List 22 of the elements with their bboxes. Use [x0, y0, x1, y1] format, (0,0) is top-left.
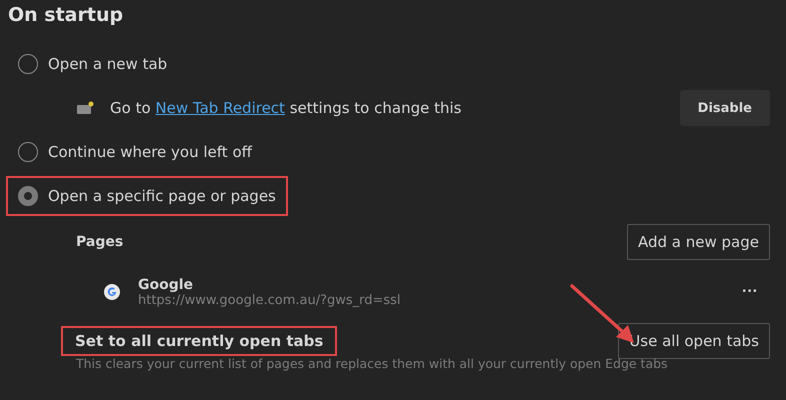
radio-button[interactable] [18, 186, 38, 206]
more-button[interactable]: ··· [738, 283, 762, 301]
favicon-icon [104, 284, 120, 300]
add-page-button[interactable]: Add a new page [626, 224, 770, 260]
pages-label: Pages [76, 234, 124, 250]
option-label: Open a new tab [48, 55, 168, 73]
radio-option[interactable]: Continue where you left off [6, 132, 264, 172]
radio-button[interactable] [18, 54, 38, 74]
option-label: Continue where you left off [48, 143, 252, 161]
option-label: Open a specific page or pages [48, 187, 276, 205]
extension-icon [76, 101, 94, 115]
radio-option[interactable]: Open a new tab [6, 44, 180, 84]
setting-title: Set to all currently open tabs [61, 326, 338, 356]
disable-button[interactable]: Disable [680, 90, 770, 126]
settings-link[interactable]: New Tab Redirect [155, 99, 285, 117]
page-name: Google [138, 276, 194, 292]
notice-text: Go to New Tab Redirect settings to change this [110, 99, 462, 117]
highlight-box[interactable]: Open a specific page or pages [6, 176, 288, 216]
section-heading: On startup [7, 3, 124, 28]
radio-button[interactable] [18, 142, 38, 162]
page-url: https://www.google.com.au/?gws_rd=ssl [138, 292, 402, 308]
setting-description: This clears your current list of pages and replaces them with all your currently open Edge tabs [75, 356, 669, 371]
